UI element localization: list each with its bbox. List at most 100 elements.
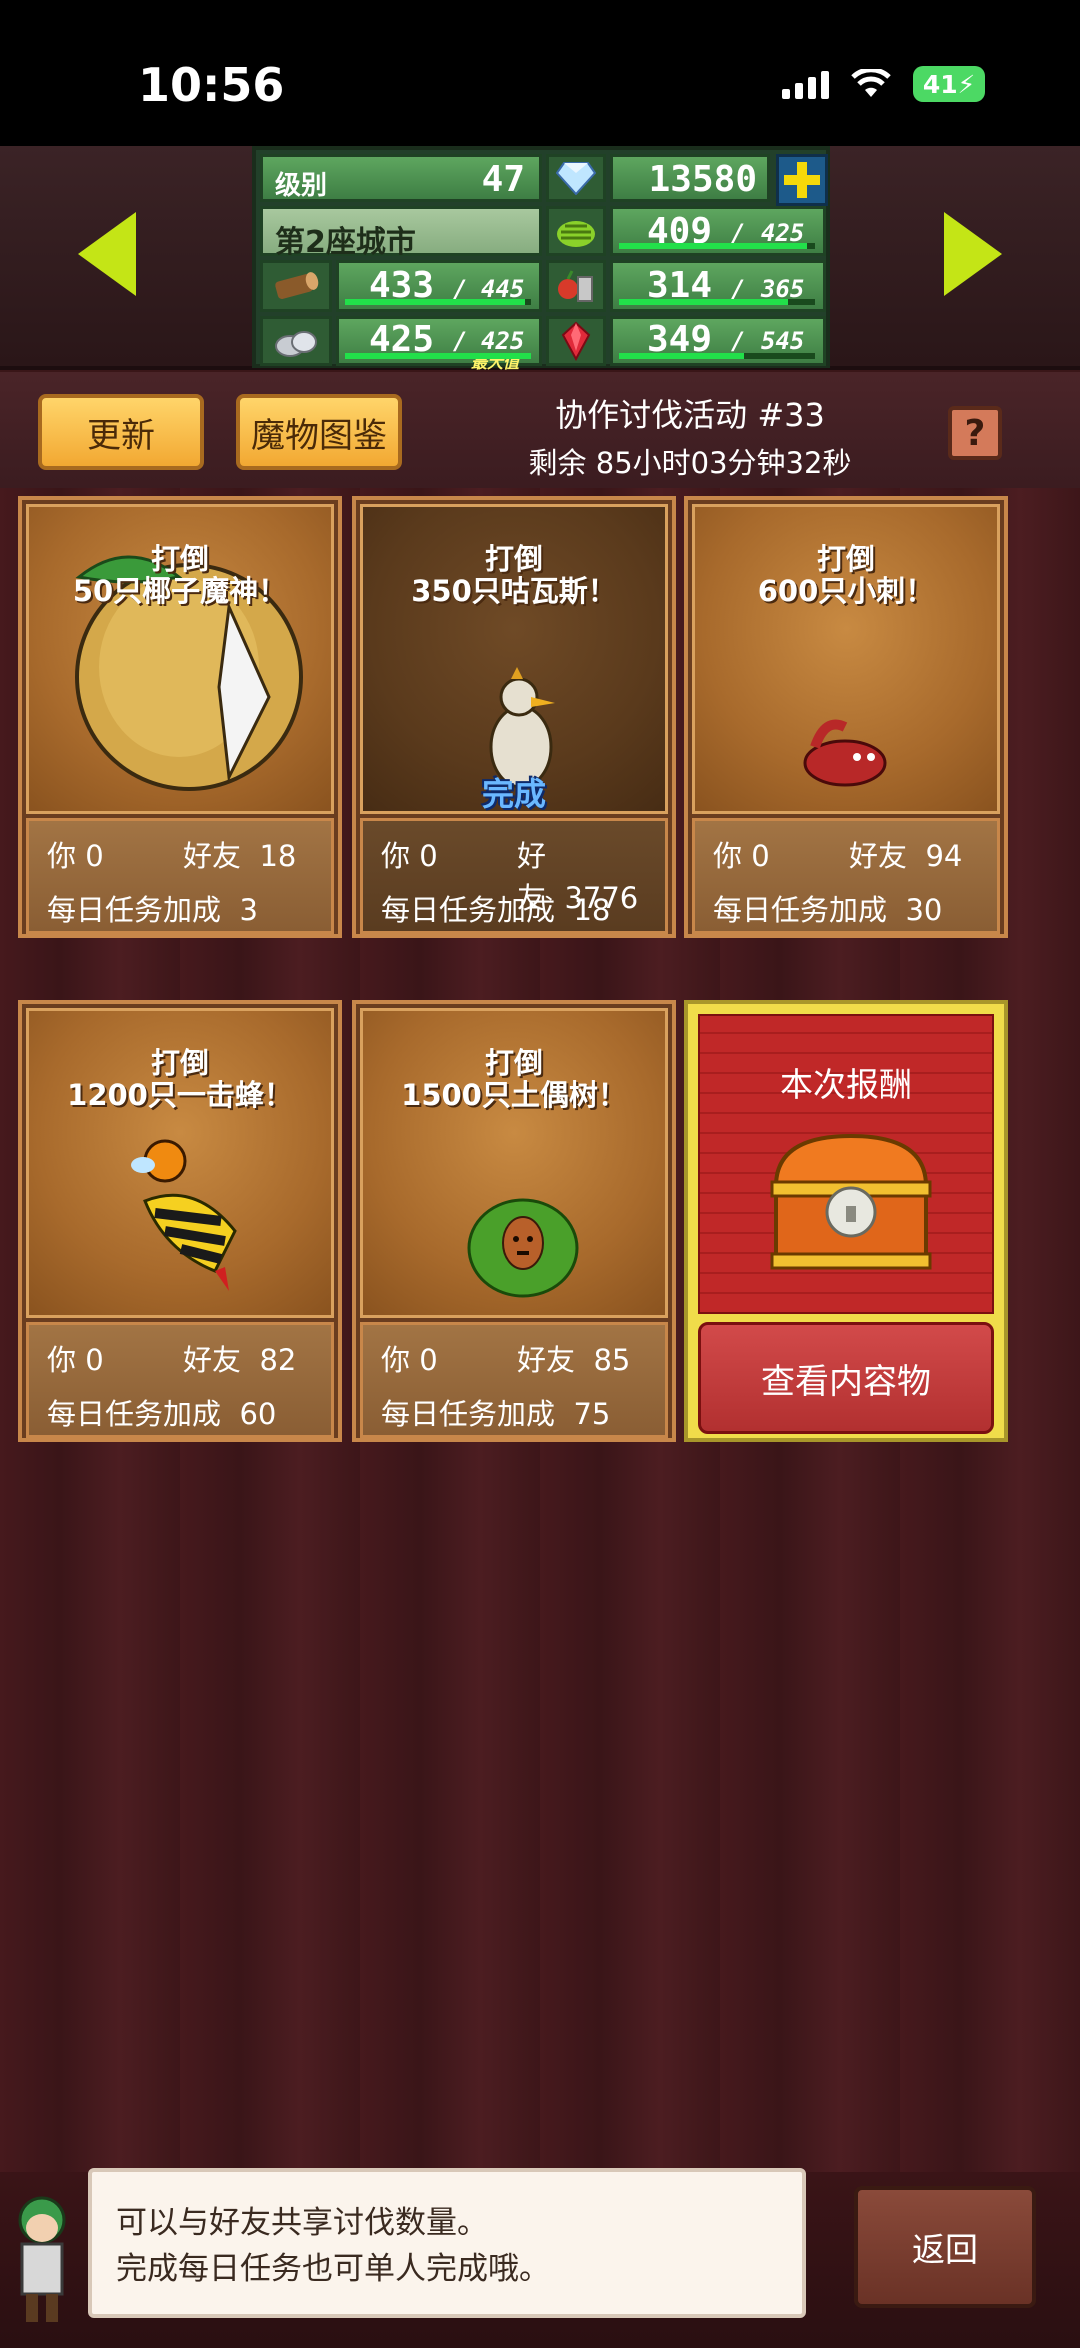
small-thorn-icon [803,719,887,787]
stats-panel: 级别 47 13580 第2座城市 409 / 425 433 / 445 31… [252,146,830,372]
level-cell: 级别 47 [260,154,542,202]
previous-city-arrow-icon[interactable] [78,212,136,296]
card-title-line1: 打倒 [484,1046,543,1080]
quest-card-stats: 你 0 好友 85 每日任务加成 75 [360,1322,668,1438]
treasure-chest-icon [770,1133,932,1270]
status-icons: 41 ⚡ [782,66,985,102]
quest-card-stats: 你 0 好友 18 每日任务加成 3 [26,818,334,934]
card-title-line1: 打倒 [150,542,209,576]
quest-card-coconut[interactable]: 打倒 50只椰子魔神！ 你 0 好友 18 每日任务加成 3 [18,496,342,938]
you-count: 你 0 [381,839,438,873]
daily-bonus-value: 18 [573,893,611,927]
card-title-line1: 打倒 [816,542,875,576]
hint-line2: 完成每日任务也可单人完成哦。 [116,2251,550,2287]
friends-count: 18 [259,839,297,873]
wood-log-icon [260,260,332,312]
add-diamonds-button[interactable] [776,154,828,206]
level-label: 级别 [275,171,328,201]
city-name: 第2座城市 [275,225,416,260]
food-icon [546,260,606,312]
friends-count: 82 [259,1343,297,1377]
quest-card-image-area: 打倒 50只椰子魔神！ [26,504,334,814]
ruby-max: 545 [761,327,805,355]
you-count: 你 0 [381,1343,438,1377]
quest-card-clay-tree[interactable]: 打倒 1500只土偶树！ 你 0 好友 85 每日任务加成 75 [352,1000,676,1442]
monster-guide-button[interactable]: 魔物图鉴 [236,394,402,470]
quest-card-image-area: 打倒 350只咕瓦斯！ 完成 [360,504,668,814]
card-title-line2: 50只椰子魔神！ [72,574,288,608]
city-name-cell: 第2座城市 [260,206,542,260]
grass-cell: 409 / 425 [610,206,826,256]
daily-bonus-label: 每日任务加成 [47,1397,222,1431]
view-contents-button[interactable]: 查看内容物 [698,1322,994,1434]
header: 级别 47 13580 第2座城市 409 / 425 433 / 445 31… [0,146,1080,372]
completed-label: 完成 [481,775,546,813]
npc-character-icon [18,2196,66,2322]
friends-label: 好友 [183,1343,242,1377]
daily-bonus-value: 75 [573,1397,611,1431]
quest-card-stats: 你 0 好友 94 每日任务加成 30 [692,818,1000,934]
plus-icon [784,162,820,198]
card-title-line2: 600只小刺！ [757,574,935,608]
wood-cell: 433 / 445 [336,260,542,312]
quest-card-stats: 你 0 好友 82 每日任务加成 60 [26,1322,334,1438]
status-time: 10:56 [138,58,285,112]
daily-bonus-value: 3 [239,893,258,927]
card-title-line1: 打倒 [484,542,543,576]
daily-bonus-label: 每日任务加成 [713,893,888,927]
diamond-value: 13580 [648,159,757,200]
stone-icon [260,316,332,366]
card-title-line1: 打倒 [150,1046,209,1080]
battery-icon: 41 ⚡ [913,66,985,102]
event-title: 协作讨伐活动 #33 [555,396,825,434]
ruby-cell: 349 / 545 [610,316,826,366]
status-bar: 10:56 41 ⚡ [0,0,1080,146]
friends-count: 85 [593,1343,631,1377]
quest-card-stats: 你 0 好友 3776 每日任务加成 18 [360,818,668,934]
level-value: 47 [481,159,525,200]
hint-dialog: 可以与好友共享讨伐数量。 完成每日任务也可单人完成哦。 [88,2168,806,2318]
bee-icon [131,1139,237,1291]
daily-bonus-value: 30 [905,893,943,927]
daily-bonus-label: 每日任务加成 [47,893,222,927]
diamond-icon [546,154,606,202]
quest-card-image-area: 打倒 1200只一击蜂！ [26,1008,334,1318]
reward-card: 本次报酬 查看内容物 [684,1000,1008,1442]
daily-bonus-value: 60 [239,1397,277,1431]
next-city-arrow-icon[interactable] [944,212,1002,296]
friends-count: 94 [925,839,963,873]
help-button[interactable]: ? [948,406,1002,460]
card-title-line2: 1500只土偶树！ [401,1078,627,1112]
ruby-icon [546,316,606,366]
friends-label: 好友 [849,839,908,873]
back-button[interactable]: 返回 [854,2186,1036,2308]
clay-tree-icon [467,1198,579,1298]
toolbar: 更新 魔物图鉴 协作讨伐活动 #33 剩余 85小时03分钟32秒 ? [0,372,1080,488]
you-count: 你 0 [47,1343,104,1377]
stone-cell: 425 / 425 最大值 [336,316,542,372]
quest-card-guwas[interactable]: 打倒 350只咕瓦斯！ 完成 你 0 好友 3776 每日任务加成 18 [352,496,676,938]
friends-label: 好友 [517,1343,576,1377]
grass-icon [546,206,606,256]
you-count: 你 0 [47,839,104,873]
reward-panel: 本次报酬 [698,1014,994,1314]
event-remaining-time: 剩余 85小时03分钟32秒 [528,446,852,480]
wifi-icon [851,69,891,97]
quest-card-image-area: 打倒 1500只土偶树！ [360,1008,668,1318]
quest-card-image-area: 打倒 600只小刺！ [692,504,1000,814]
you-count: 你 0 [713,839,770,873]
diamond-cell: 13580 [610,154,770,202]
card-title-line2: 350只咕瓦斯！ [411,574,617,608]
friends-label: 好友 [183,839,242,873]
reward-title: 本次报酬 [780,1065,912,1104]
hint-line1: 可以与好友共享讨伐数量。 [116,2205,488,2241]
refresh-button[interactable]: 更新 [38,394,204,470]
quest-card-thorn[interactable]: 打倒 600只小刺！ 你 0 好友 94 每日任务加成 30 [684,496,1008,938]
quest-card-bee[interactable]: 打倒 1200只一击蜂！ 你 0 好友 82 每日任务加成 60 [18,1000,342,1442]
daily-bonus-label: 每日任务加成 [381,1397,556,1431]
battery-level: 41 [922,69,958,99]
food-cell: 314 / 365 [610,260,826,312]
daily-bonus-label: 每日任务加成 [381,893,556,927]
signal-icon [782,69,829,99]
card-title-line2: 1200只一击蜂！ [67,1078,293,1112]
